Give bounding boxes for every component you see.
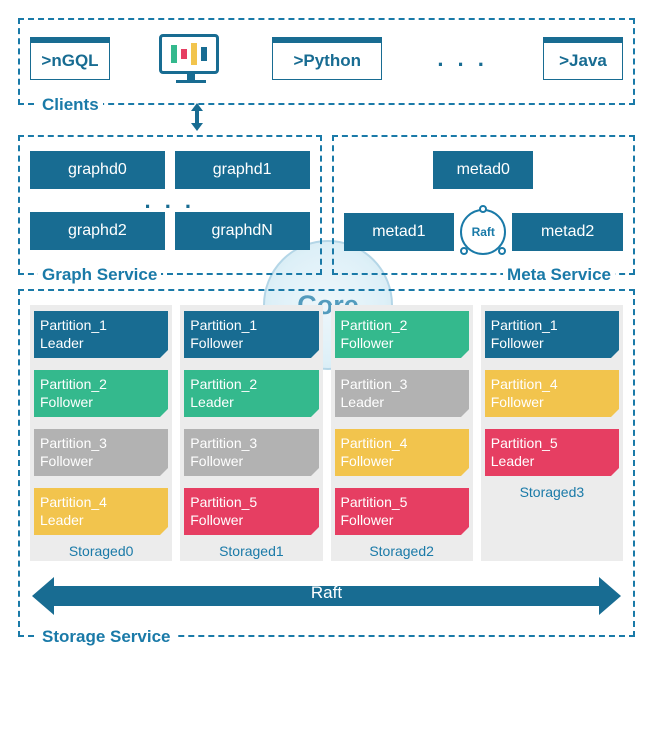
partition-block: Partition_5 Leader bbox=[485, 429, 619, 476]
metad-node: metad0 bbox=[433, 151, 533, 189]
storage-column: Partition_1 Leader Partition_2 Follower Pa… bbox=[30, 305, 172, 561]
partition-block: Partition_4 Leader bbox=[34, 488, 168, 535]
storage-service-label: Storage Service bbox=[38, 627, 175, 647]
bidir-arrow-icon bbox=[18, 103, 635, 137]
meta-service-panel: metad0 metad1 Raft metad2 Meta Service bbox=[332, 135, 636, 275]
graphd-node: graphd0 bbox=[30, 151, 165, 189]
partition-block: Partition_3 Follower bbox=[184, 429, 318, 476]
ellipsis: . . . bbox=[30, 189, 310, 212]
partition-block: Partition_3 Follower bbox=[34, 429, 168, 476]
raft-arrow-label: Raft bbox=[32, 583, 621, 603]
clients-panel: >nGQL >Python . . . >Java Clients bbox=[18, 18, 635, 105]
storage-column: Partition_1 Follower Partition_2 Leader Pa… bbox=[180, 305, 322, 561]
dashboard-icon bbox=[159, 34, 223, 83]
partition-block: Partition_3 Leader bbox=[335, 370, 469, 417]
partition-block: Partition_1 Follower bbox=[485, 311, 619, 358]
ellipsis: . . . bbox=[431, 53, 494, 64]
metad-node: metad1 bbox=[344, 213, 455, 251]
graphd-node: graphd2 bbox=[30, 212, 165, 250]
storage-columns: Partition_1 LeaderPartition_2 FollowerPa… bbox=[30, 305, 623, 561]
meta-service-label: Meta Service bbox=[503, 265, 615, 285]
partition-block: Partition_4 Follower bbox=[485, 370, 619, 417]
partition-block: Partition_1 Follower bbox=[184, 311, 318, 358]
raft-ring-label: Raft bbox=[472, 225, 495, 239]
client-ngql: >nGQL bbox=[30, 37, 110, 80]
partition-block: Partition_2 Follower bbox=[335, 311, 469, 358]
storage-column: Partition_2 Follower Partition_3 Leader Pa… bbox=[331, 305, 473, 561]
partition-block: Partition_5 Follower bbox=[184, 488, 318, 535]
storaged-label: Storaged3 bbox=[485, 484, 619, 500]
graphd-node: graphd1 bbox=[175, 151, 310, 189]
client-python: >Python bbox=[272, 37, 382, 80]
storage-service-panel: Partition_1 LeaderPartition_2 FollowerPa… bbox=[18, 289, 635, 637]
metad-node: metad2 bbox=[512, 213, 623, 251]
partition-block: Partition_2 Follower bbox=[34, 370, 168, 417]
raft-replication-arrow: Raft bbox=[32, 577, 621, 615]
storaged-label: Storaged0 bbox=[34, 543, 168, 559]
raft-ring-icon: Raft bbox=[460, 209, 506, 255]
partition-block: Partition_4 Follower bbox=[335, 429, 469, 476]
storaged-label: Storaged1 bbox=[184, 543, 318, 559]
partition-block: Partition_2 Leader bbox=[184, 370, 318, 417]
storage-column: Partition_1 Follower Partition_4 Follower… bbox=[481, 305, 623, 561]
graph-service-panel: graphd0 graphd1 . . . graphd2 graphdN Gr… bbox=[18, 135, 322, 275]
partition-block: Partition_5 Follower bbox=[335, 488, 469, 535]
client-java: >Java bbox=[543, 37, 623, 80]
graph-service-label: Graph Service bbox=[38, 265, 161, 285]
clients-label: Clients bbox=[38, 95, 103, 115]
graphd-node: graphdN bbox=[175, 212, 310, 250]
storaged-label: Storaged2 bbox=[335, 543, 469, 559]
partition-block: Partition_1 Leader bbox=[34, 311, 168, 358]
